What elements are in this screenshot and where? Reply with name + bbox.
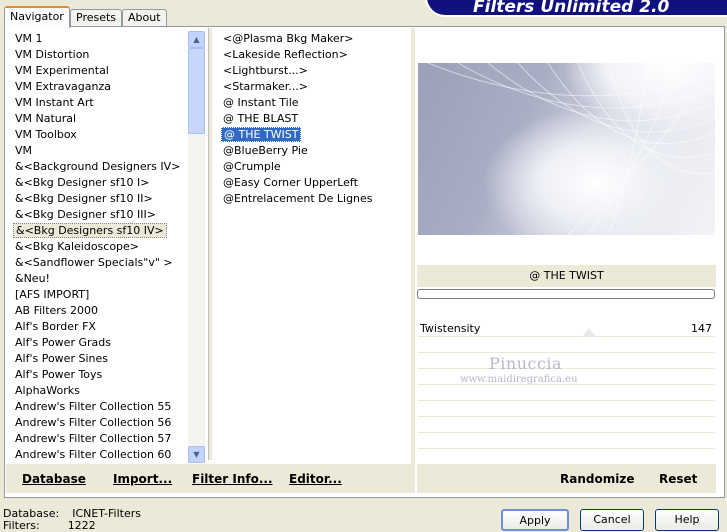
category-item[interactable]: VM Toolbox (13, 127, 79, 142)
param-row-empty (418, 417, 715, 433)
category-item[interactable]: Andrew's Filter Collection 57 (13, 431, 173, 446)
category-item[interactable]: &<Sandflower Specials"v" > (13, 255, 175, 270)
category-item[interactable]: &<Bkg Kaleidoscope> (13, 239, 141, 254)
filter-item[interactable]: @Easy Corner UpperLeft (221, 175, 360, 190)
param-row-empty (418, 385, 715, 401)
filter-item[interactable]: @Entrelacement De Lignes (221, 191, 375, 206)
category-item[interactable]: AlphaWorks (13, 383, 82, 398)
param-row-empty (418, 401, 715, 417)
category-item[interactable]: &Neu! (13, 271, 52, 286)
scroll-down-icon[interactable]: ▼ (188, 446, 205, 463)
filter-info-button[interactable]: Filter Info... (192, 472, 273, 486)
filter-item[interactable]: @BlueBerry Pie (221, 143, 310, 158)
category-item[interactable]: &<Bkg Designer sf10 I> (13, 175, 152, 190)
param-row-empty (418, 353, 715, 369)
filter-item[interactable]: @ THE TWIST (221, 127, 302, 142)
filter-item[interactable]: @Crumple (221, 159, 283, 174)
category-item[interactable]: Alf's Power Grads (13, 335, 113, 350)
filter-list[interactable]: <@Plasma Bkg Maker> <Lakeside Reflection>… (219, 31, 409, 463)
param-label: Twistensity (420, 322, 481, 335)
tab-navigator[interactable]: Navigator (4, 6, 70, 28)
category-item[interactable]: Alf's Border FX (13, 319, 98, 334)
category-item[interactable]: &<Bkg Designer sf10 II> (13, 191, 155, 206)
category-item[interactable]: VM Extravaganza (13, 79, 113, 94)
category-item[interactable]: VM Instant Art (13, 95, 96, 110)
category-scrollbar[interactable]: ▲ ▼ (188, 31, 205, 463)
filter-preview-image (418, 63, 715, 235)
status-filters-label: Filters: (3, 519, 40, 532)
panel-divider (411, 28, 415, 493)
slider-arrow-icon[interactable] (582, 328, 596, 337)
filter-item[interactable]: <Starmaker...> (221, 79, 310, 94)
category-item[interactable]: Alf's Power Sines (13, 351, 110, 366)
param-row-empty (418, 337, 715, 353)
category-item[interactable]: VM Natural (13, 111, 78, 126)
watermark-name: Pinuccia (489, 354, 563, 373)
param-row-empty (418, 433, 715, 449)
param-value: 147 (691, 322, 712, 335)
apply-button[interactable]: Apply (501, 509, 569, 531)
preview-progress-bar (417, 289, 715, 299)
category-item[interactable]: VM (13, 143, 34, 158)
category-item[interactable]: Andrew's Filter Collection 60 (13, 447, 173, 462)
category-item[interactable]: &<Bkg Designers sf10 IV> (13, 223, 167, 238)
filter-item[interactable]: <Lakeside Reflection> (221, 47, 350, 62)
category-item[interactable]: Alf's Power Toys (13, 367, 104, 382)
category-item[interactable]: &<Bkg Designer sf10 III> (13, 207, 158, 222)
scroll-thumb[interactable] (188, 48, 205, 134)
selected-filter-title: @ THE TWIST (417, 265, 716, 287)
category-item[interactable]: AB Filters 2000 (13, 303, 100, 318)
app-banner: Filters Unlimited 2.0 (425, 0, 727, 17)
filter-item[interactable]: @ THE BLAST (221, 111, 300, 126)
tab-about[interactable]: About (122, 9, 167, 26)
category-item[interactable]: VM Distortion (13, 47, 91, 62)
watermark-url: www.maidiregrafica.eu (460, 374, 578, 385)
category-item[interactable]: Andrew's Filter Collection 56 (13, 415, 173, 430)
tab-presets[interactable]: Presets (70, 9, 123, 26)
filter-item[interactable]: @ Instant Tile (221, 95, 301, 110)
category-list[interactable]: VM 1 VM Distortion VM Experimental VM Extra… (10, 31, 188, 463)
category-item[interactable]: VM Experimental (13, 63, 111, 78)
status-filters-value: 1222 (67, 519, 96, 532)
category-item[interactable]: VM 1 (13, 31, 45, 46)
status-filters: Filters: 1222 (3, 519, 96, 532)
reset-button[interactable]: Reset (659, 472, 697, 486)
cancel-button[interactable]: Cancel (580, 509, 644, 531)
randomize-button[interactable]: Randomize (560, 472, 634, 486)
filter-item[interactable]: <@Plasma Bkg Maker> (221, 31, 355, 46)
param-row[interactable]: Twistensity 147 (418, 321, 715, 337)
database-button[interactable]: Database (22, 472, 86, 486)
category-item[interactable]: Andrew's Filter Collection 55 (13, 399, 173, 414)
category-item[interactable]: [AFS IMPORT] (13, 287, 91, 302)
list-divider (208, 28, 213, 460)
editor-button[interactable]: Editor... (289, 472, 342, 486)
help-button[interactable]: Help (655, 509, 719, 531)
scroll-up-icon[interactable]: ▲ (188, 31, 205, 48)
import-button[interactable]: Import... (113, 472, 172, 486)
category-item[interactable]: &<Background Designers IV> (13, 159, 182, 174)
filter-item[interactable]: <Lightburst...> (221, 63, 310, 78)
